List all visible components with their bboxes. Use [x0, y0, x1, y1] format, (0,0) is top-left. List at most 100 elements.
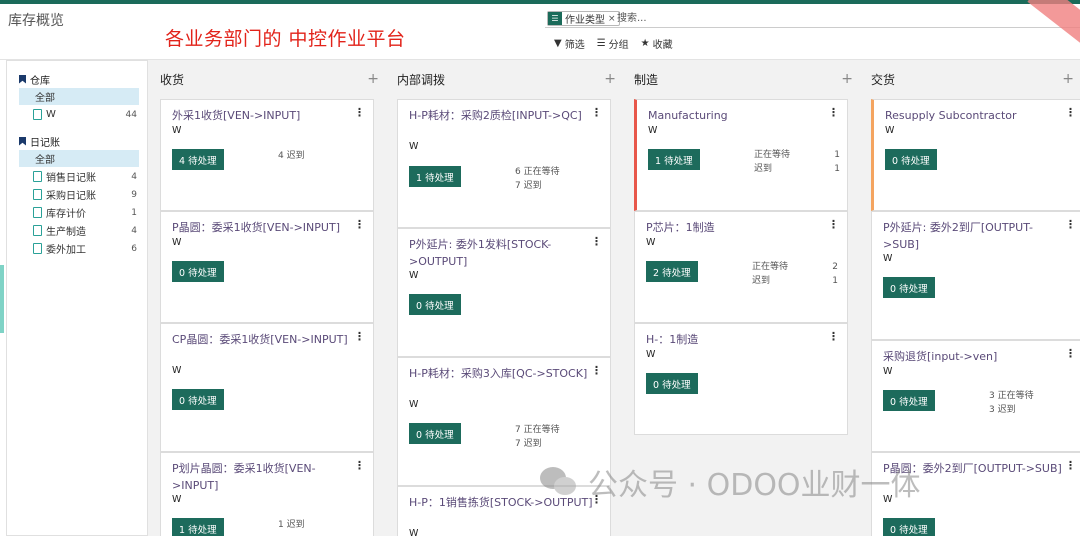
search-toolbar: ▼ 筛选 ☰ 分组 ★ 收藏: [554, 36, 673, 51]
to-process-button[interactable]: 0 待处理: [409, 423, 461, 444]
card-warehouse: W: [409, 528, 419, 536]
stat-label: 4 迟到: [278, 151, 305, 161]
kebab-menu-icon[interactable]: ⋮: [591, 235, 602, 248]
operation-card[interactable]: Resupply Subcontractor ⋮ W 0 待处理: [871, 99, 1080, 211]
sidebar-item-stock-valuation[interactable]: 库存计价 1: [19, 204, 139, 221]
card-title[interactable]: CP晶圆：委采1收货[VEN->INPUT]: [172, 331, 357, 348]
card-title[interactable]: 外采1收货[VEN->INPUT]: [172, 107, 357, 124]
to-process-button[interactable]: 0 待处理: [172, 261, 224, 282]
stat-late[interactable]: 迟到 1: [752, 274, 838, 288]
operation-card[interactable]: P外延片: 委外1发料[STOCK->OUTPUT] ⋮ W 0 待处理: [397, 228, 611, 357]
stat-waiting[interactable]: 正在等待 1: [754, 148, 840, 162]
sidebar-item-warehouse-w[interactable]: W 44: [19, 106, 139, 123]
card-title[interactable]: P芯片：1制造: [646, 219, 831, 236]
operation-card[interactable]: CP晶圆：委采1收货[VEN->INPUT] ⋮ W 0 待处理: [160, 323, 374, 452]
kebab-menu-icon[interactable]: ⋮: [354, 330, 365, 343]
to-process-button[interactable]: 1 待处理: [409, 166, 461, 187]
plus-icon[interactable]: +: [841, 71, 853, 87]
card-title[interactable]: Resupply Subcontractor: [885, 107, 1070, 124]
stat-late[interactable]: 4 迟到: [278, 149, 305, 163]
kebab-menu-icon[interactable]: ⋮: [828, 106, 839, 119]
sidebar-item-label: 全部: [35, 93, 55, 104]
kebab-menu-icon[interactable]: ⋮: [354, 106, 365, 119]
operation-card[interactable]: 采购退货[input->ven] ⋮ W 0 待处理 3 正在等待 3 迟到: [871, 340, 1080, 452]
favorite-button[interactable]: ★ 收藏: [641, 36, 673, 51]
stat-waiting[interactable]: 正在等待 2: [752, 260, 838, 274]
stat-waiting[interactable]: 6 正在等待: [515, 165, 560, 179]
stat-waiting[interactable]: 7 正在等待: [515, 423, 560, 437]
sidebar-item-warehouse-all[interactable]: 全部: [19, 88, 139, 105]
kebab-menu-icon[interactable]: ⋮: [354, 218, 365, 231]
warehouse-title: 仓库: [7, 71, 147, 87]
stat-value: 2: [832, 262, 838, 272]
plus-icon[interactable]: +: [604, 71, 616, 87]
stat-late[interactable]: 3 迟到: [989, 403, 1034, 417]
filter-button[interactable]: ▼ 筛选: [554, 36, 585, 51]
to-process-button[interactable]: 0 待处理: [409, 294, 461, 315]
card-title[interactable]: P划片晶圆：委采1收货[VEN->INPUT]: [172, 460, 357, 494]
sidebar-item-purchase-journal[interactable]: 采购日记账 9: [19, 186, 139, 203]
column-title: 收货: [160, 72, 185, 87]
kebab-menu-icon[interactable]: ⋮: [828, 330, 839, 343]
search-input[interactable]: [617, 11, 917, 26]
card-warehouse: W: [409, 141, 419, 152]
kebab-menu-icon[interactable]: ⋮: [591, 106, 602, 119]
to-process-button[interactable]: 0 待处理: [883, 390, 935, 411]
plus-icon[interactable]: +: [367, 71, 379, 87]
to-process-button[interactable]: 2 待处理: [646, 261, 698, 282]
panel-toggle-handle[interactable]: [0, 265, 4, 333]
stat-label: 正在等待: [752, 262, 789, 272]
sidebar-item-subcontracting[interactable]: 委外加工 6: [19, 240, 139, 257]
sidebar-item-sales-journal[interactable]: 销售日记账 4: [19, 168, 139, 185]
column-title: 制造: [634, 72, 659, 87]
stat-late[interactable]: 7 迟到: [515, 437, 560, 451]
kebab-menu-icon[interactable]: ⋮: [1065, 347, 1076, 360]
to-process-button[interactable]: 1 待处理: [172, 518, 224, 536]
to-process-button[interactable]: 0 待处理: [885, 149, 937, 170]
card-title[interactable]: P晶圆：委采1收货[VEN->INPUT]: [172, 219, 357, 236]
kebab-menu-icon[interactable]: ⋮: [354, 459, 365, 472]
sidebar-item-count: 4: [131, 171, 137, 182]
operation-card[interactable]: H-：1制造 ⋮ W 0 待处理: [634, 323, 848, 435]
warehouse-section: 仓库 全部 W 44: [7, 71, 147, 123]
sidebar-item-count: 4: [131, 225, 137, 236]
to-process-button[interactable]: 0 待处理: [883, 277, 935, 298]
card-title[interactable]: P外延片: 委外1发料[STOCK->OUTPUT]: [409, 236, 594, 270]
operation-card[interactable]: P晶圆：委采1收货[VEN->INPUT] ⋮ W 0 待处理: [160, 211, 374, 323]
to-process-button[interactable]: 1 待处理: [648, 149, 700, 170]
to-process-button[interactable]: 0 待处理: [172, 389, 224, 410]
card-title[interactable]: Manufacturing: [648, 107, 833, 124]
kebab-menu-icon[interactable]: ⋮: [1065, 218, 1076, 231]
stat-late[interactable]: 迟到 1: [754, 162, 840, 176]
kebab-menu-icon[interactable]: ⋮: [1065, 459, 1076, 472]
to-process-button[interactable]: 0 待处理: [883, 518, 935, 536]
card-title[interactable]: 采购退货[input->ven]: [883, 348, 1068, 365]
group-button[interactable]: ☰ 分组: [597, 36, 629, 51]
card-stats: 1 迟到: [278, 518, 305, 532]
breadcrumb[interactable]: 库存概览: [8, 10, 64, 30]
search-facet[interactable]: ☰ 作业类型 ×: [547, 11, 620, 26]
operation-card[interactable]: P外延片: 委外2到厂[OUTPUT->SUB] ⋮ W 0 待处理: [871, 211, 1080, 340]
card-title[interactable]: P外延片: 委外2到厂[OUTPUT->SUB]: [883, 219, 1068, 253]
stat-late[interactable]: 1 迟到: [278, 518, 305, 532]
operation-card[interactable]: Manufacturing ⋮ W 1 待处理 正在等待 1 迟到 1: [634, 99, 848, 211]
card-title[interactable]: H-P耗材：采购3入库[QC->STOCK]: [409, 365, 594, 382]
plus-icon[interactable]: +: [1062, 71, 1074, 87]
to-process-button[interactable]: 0 待处理: [646, 373, 698, 394]
operation-card[interactable]: P芯片：1制造 ⋮ W 2 待处理 正在等待 2 迟到 1: [634, 211, 848, 323]
operation-card[interactable]: 外采1收货[VEN->INPUT] ⋮ W 4 待处理 4 迟到: [160, 99, 374, 211]
card-title[interactable]: H-：1制造: [646, 331, 831, 348]
stat-waiting[interactable]: 3 正在等待: [989, 389, 1034, 403]
file-icon: [33, 225, 42, 236]
operation-card[interactable]: H-P耗材：采购2质检[INPUT->QC] ⋮ W 1 待处理 6 正在等待 …: [397, 99, 611, 228]
stat-late[interactable]: 7 迟到: [515, 179, 560, 193]
sidebar-item-journal-all[interactable]: 全部: [19, 150, 139, 167]
card-title[interactable]: H-P耗材：采购2质检[INPUT->QC]: [409, 107, 594, 124]
operation-card[interactable]: P划片晶圆：委采1收货[VEN->INPUT] ⋮ W 1 待处理 1 迟到: [160, 452, 374, 536]
kebab-menu-icon[interactable]: ⋮: [591, 364, 602, 377]
kebab-menu-icon[interactable]: ⋮: [1065, 106, 1076, 119]
sidebar-item-manufacturing[interactable]: 生产制造 4: [19, 222, 139, 239]
to-process-button[interactable]: 4 待处理: [172, 149, 224, 170]
search-bar: ☰ 作业类型 ×: [545, 10, 1080, 28]
kebab-menu-icon[interactable]: ⋮: [828, 218, 839, 231]
